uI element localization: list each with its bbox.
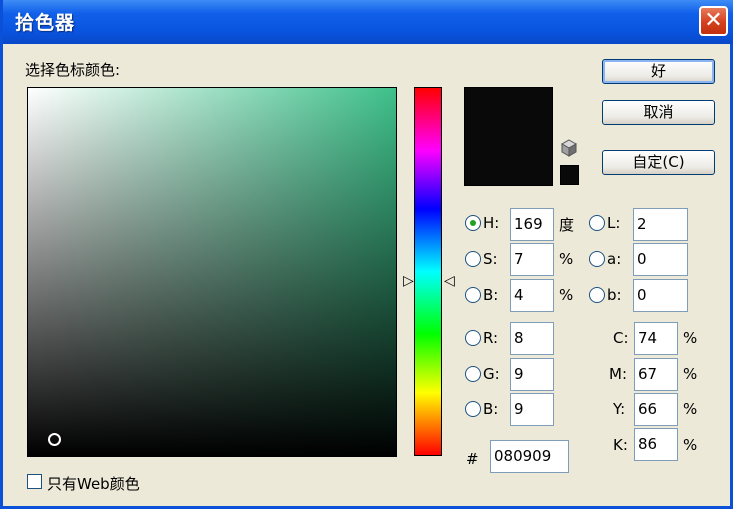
hue-slider-left-arrow-icon[interactable]: ▷ — [403, 273, 414, 289]
r-label: R: — [483, 329, 499, 347]
c-unit: % — [683, 329, 698, 347]
h-unit: 度 — [559, 216, 575, 234]
c-label: C: — [613, 329, 629, 347]
color-field[interactable] — [27, 87, 397, 457]
h-input[interactable]: 169 — [510, 208, 554, 241]
k-unit: % — [683, 436, 698, 454]
radio-lab-l[interactable] — [589, 215, 605, 231]
g-label: G: — [483, 365, 500, 383]
lab-b-label: b: — [607, 286, 622, 304]
b-input[interactable]: 4 — [510, 279, 554, 312]
gamut-cube-icon[interactable] — [560, 139, 578, 157]
a-label: a: — [607, 250, 622, 268]
web-safe-swatch[interactable] — [560, 165, 579, 185]
radio-hsb-s[interactable] — [465, 251, 481, 267]
color-field-cursor[interactable] — [48, 433, 61, 446]
hex-label: # — [466, 450, 479, 468]
s-input[interactable]: 7 — [510, 243, 554, 276]
l-input[interactable]: 2 — [633, 208, 688, 241]
m-label: M: — [609, 365, 627, 383]
hue-slider[interactable] — [414, 87, 442, 456]
radio-rgb-b[interactable] — [465, 401, 481, 417]
color-picker-dialog: 拾色器 ✕ 选择色标颜色: ▷ ◁ 好 取消 自定(C) H: 169 度 S:… — [0, 0, 733, 509]
rgb-b-input[interactable]: 9 — [510, 393, 554, 426]
web-only-label[interactable]: 只有Web颜色 — [47, 473, 140, 494]
custom-button[interactable]: 自定(C) — [602, 150, 715, 175]
cancel-button[interactable]: 取消 — [602, 100, 715, 125]
ok-button[interactable]: 好 — [602, 59, 715, 84]
picker-label: 选择色标颜色: — [25, 61, 121, 79]
g-input[interactable]: 9 — [510, 358, 554, 391]
radio-hsb-h[interactable] — [465, 215, 481, 231]
window-title: 拾色器 — [15, 12, 76, 34]
radio-rgb-r[interactable] — [465, 330, 481, 346]
radio-rgb-g[interactable] — [465, 366, 481, 382]
radio-lab-b[interactable] — [589, 287, 605, 303]
rgb-b-label: B: — [483, 400, 499, 418]
title-bar[interactable]: 拾色器 ✕ — [3, 0, 733, 44]
radio-hsb-b[interactable] — [465, 287, 481, 303]
radio-lab-a[interactable] — [589, 251, 605, 267]
y-input[interactable]: 66 — [634, 393, 678, 426]
k-input[interactable]: 86 — [634, 428, 678, 461]
y-unit: % — [683, 400, 698, 418]
h-label: H: — [483, 214, 500, 232]
k-label: K: — [613, 436, 628, 454]
web-only-checkbox[interactable] — [27, 474, 42, 489]
current-color-swatch — [464, 87, 553, 186]
m-input[interactable]: 67 — [634, 358, 678, 391]
a-input[interactable]: 0 — [633, 243, 688, 276]
l-label: L: — [607, 214, 621, 232]
m-unit: % — [683, 365, 698, 383]
close-icon: ✕ — [704, 8, 723, 33]
hue-slider-right-arrow-icon[interactable]: ◁ — [444, 273, 455, 289]
hex-input[interactable]: 080909 — [490, 440, 569, 473]
lab-b-input[interactable]: 0 — [633, 279, 688, 312]
b-label: B: — [483, 286, 499, 304]
y-label: Y: — [613, 400, 626, 418]
s-unit: % — [559, 250, 574, 268]
close-button[interactable]: ✕ — [699, 6, 728, 36]
b-unit: % — [559, 286, 574, 304]
c-input[interactable]: 74 — [634, 322, 678, 355]
s-label: S: — [483, 250, 498, 268]
r-input[interactable]: 8 — [510, 322, 554, 355]
